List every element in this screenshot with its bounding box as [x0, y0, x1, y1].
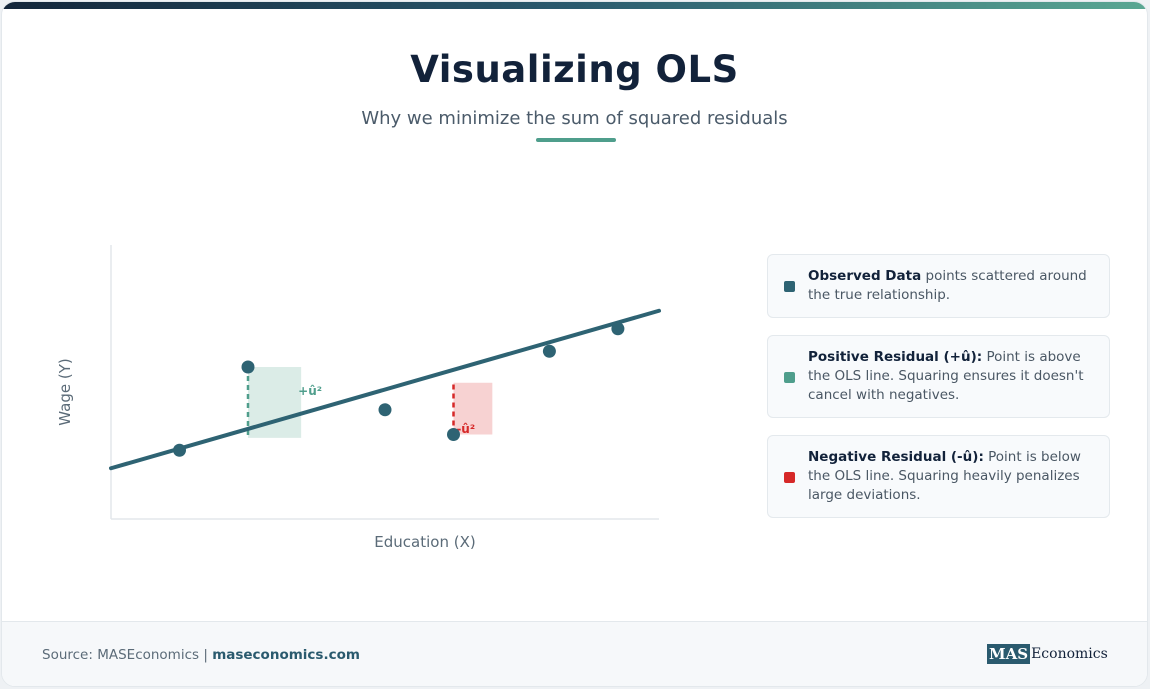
data-point — [241, 360, 255, 374]
infographic-card: Visualizing OLS Why we minimize the sum … — [1, 1, 1148, 687]
data-point — [611, 322, 625, 336]
legend-term: Negative Residual (-û): — [808, 449, 984, 465]
footer: Source: MASEconomics | maseconomics.com … — [2, 621, 1147, 686]
data-point — [378, 403, 392, 417]
source-link[interactable]: maseconomics.com — [212, 647, 360, 663]
x-axis-title: Education (X) — [374, 533, 475, 551]
positive-swatch-icon — [784, 371, 795, 383]
data-point — [542, 344, 556, 358]
logo-economics: Economics — [1031, 646, 1108, 662]
legend-term: Positive Residual (+û): — [808, 349, 983, 365]
data-point — [173, 443, 186, 457]
legend-term: Observed Data — [808, 268, 922, 284]
legend-item-negative: Negative Residual (-û): Point is below t… — [767, 435, 1110, 518]
negative-swatch-icon — [784, 471, 795, 483]
source-text: Source: MASEconomics | maseconomics.com — [42, 647, 360, 663]
legend-item-observed: Observed Data points scattered around th… — [767, 254, 1110, 318]
source-prefix: Source: MASEconomics | — [42, 647, 213, 663]
legend-item-positive: Positive Residual (+û): Point is above t… — [767, 335, 1110, 418]
data-point — [447, 428, 460, 441]
legend: Observed Data points scattered around th… — [767, 254, 1110, 535]
logo-mas: MAS — [987, 644, 1031, 664]
observed-swatch-icon — [784, 281, 795, 292]
ols-fit-line — [109, 308, 661, 471]
y-axis-title: Wage (Y) — [56, 358, 74, 425]
positive-residual-label: +û² — [298, 384, 322, 398]
mas-economics-logo: MAS Economics — [987, 644, 1108, 664]
